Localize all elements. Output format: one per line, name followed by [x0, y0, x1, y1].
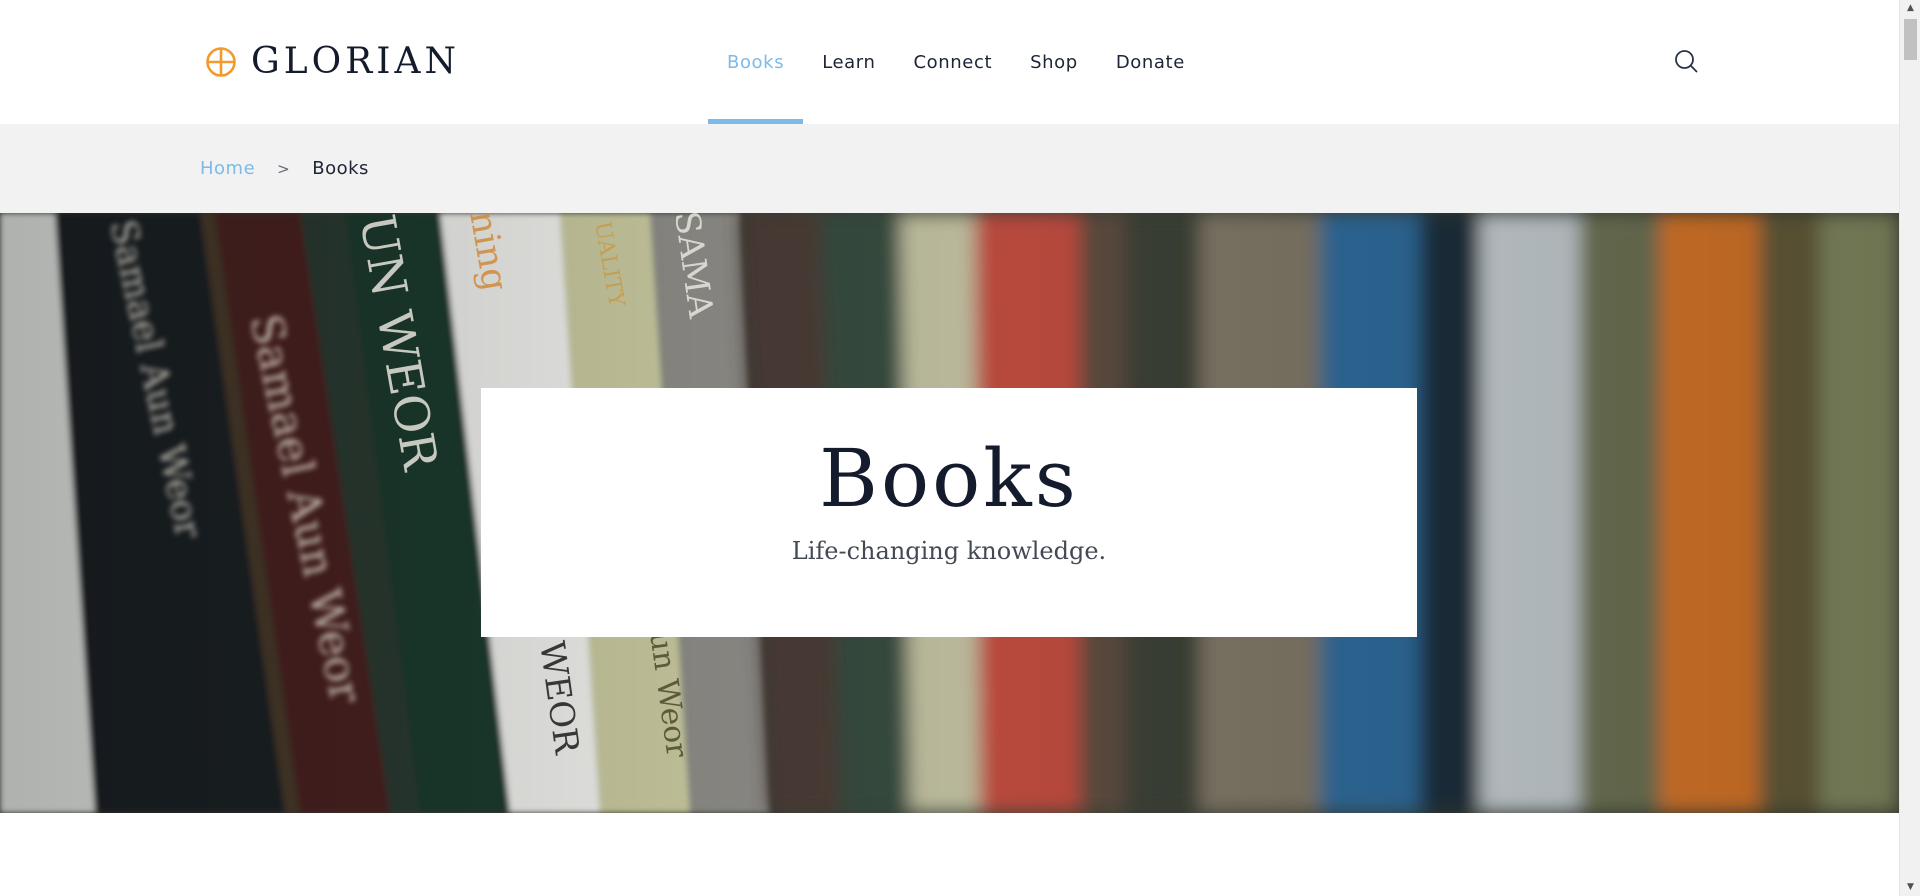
scrollbar-thumb[interactable]	[1904, 19, 1917, 60]
page-scrollbar[interactable]: ▲ ▼	[1899, 0, 1920, 896]
breadcrumb-current: Books	[312, 158, 369, 179]
cross-circle-icon	[206, 47, 236, 77]
nav-item-books[interactable]: Books	[708, 0, 804, 124]
search-icon	[1675, 50, 1698, 73]
triangle-down-icon[interactable]: ▼	[1900, 879, 1920, 896]
triangle-up-icon[interactable]: ▲	[1900, 0, 1920, 17]
page: GLORIAN Books Learn Connect Shop Donate …	[0, 0, 1920, 896]
page-title: Books	[819, 432, 1079, 525]
breadcrumb-separator: >	[277, 159, 291, 178]
nav-item-learn[interactable]: Learn	[803, 0, 894, 124]
hero-banner: Samael Aun Weor UN WEOR Samael Aun Weor …	[0, 213, 1899, 813]
search-button[interactable]	[1673, 48, 1699, 74]
hero-card: Books Life-changing knowledge.	[481, 388, 1417, 637]
main-nav: Books Learn Connect Shop Donate	[708, 0, 1204, 124]
nav-item-donate[interactable]: Donate	[1097, 0, 1204, 124]
nav-item-connect[interactable]: Connect	[895, 0, 1012, 124]
logo-text: GLORIAN	[251, 41, 461, 82]
breadcrumb: Home > Books	[200, 124, 369, 213]
nav-item-shop[interactable]: Shop	[1011, 0, 1097, 124]
breadcrumb-home-link[interactable]: Home	[200, 158, 255, 179]
site-logo[interactable]: GLORIAN	[205, 44, 460, 80]
site-header: GLORIAN Books Learn Connect Shop Donate	[0, 0, 1899, 124]
breadcrumb-bar: Home > Books	[0, 124, 1899, 213]
page-subtitle: Life-changing knowledge.	[791, 537, 1107, 565]
